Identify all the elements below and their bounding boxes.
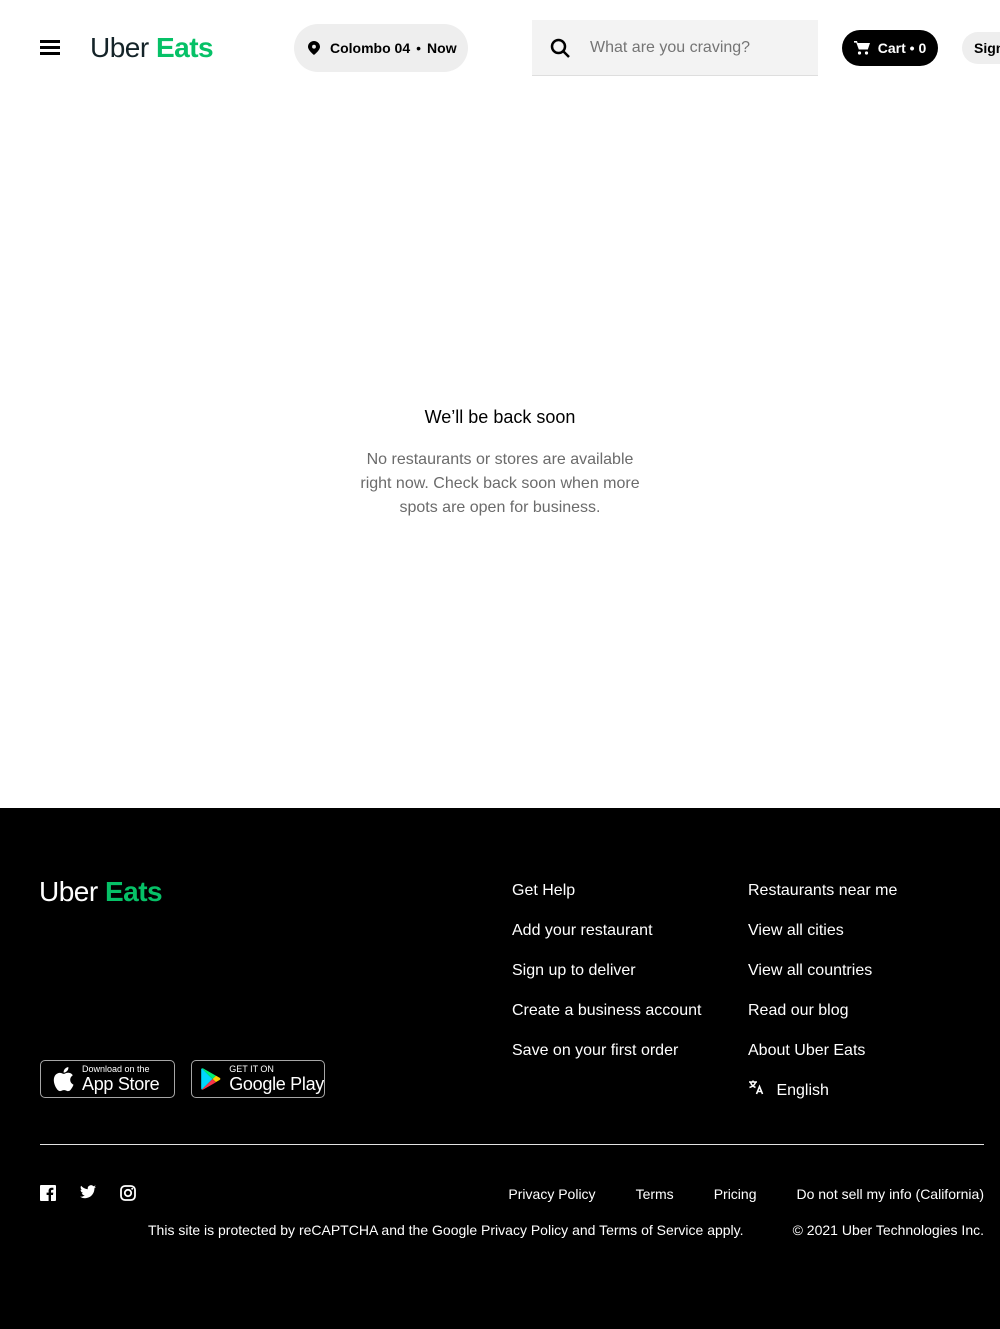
business-account-link[interactable]: Create a business account xyxy=(512,998,701,1038)
cart-icon xyxy=(853,41,870,55)
logo-uber-text: Uber xyxy=(90,32,149,63)
delivery-time-text: Now xyxy=(427,40,457,56)
all-countries-link[interactable]: View all countries xyxy=(748,958,897,998)
twitter-icon[interactable] xyxy=(80,1185,96,1199)
search-icon xyxy=(550,38,570,58)
uber-eats-logo[interactable]: Uber Eats xyxy=(90,30,214,66)
get-help-link[interactable]: Get Help xyxy=(512,878,701,918)
recaptcha-notice: This site is protected by reCAPTCHA and … xyxy=(148,1222,744,1238)
language-selector[interactable]: English xyxy=(748,1078,897,1118)
footer-links-col-1: Get Help Add your restaurant Sign up to … xyxy=(512,878,701,1078)
location-pin-icon xyxy=(308,41,320,55)
blog-link[interactable]: Read our blog xyxy=(748,998,897,1038)
footer: Uber Eats Download on the App Store GET … xyxy=(0,808,1000,1329)
footer-logo[interactable]: Uber Eats xyxy=(39,874,163,910)
first-order-link[interactable]: Save on your first order xyxy=(512,1038,701,1078)
google-play-big-text: Google Play xyxy=(229,1074,324,1094)
app-store-big-text: App Store xyxy=(82,1074,160,1094)
add-restaurant-link[interactable]: Add your restaurant xyxy=(512,918,701,958)
empty-state: We’ll be back soon No restaurants or sto… xyxy=(0,400,1000,520)
app-store-badge[interactable]: Download on the App Store xyxy=(40,1060,175,1098)
apple-icon xyxy=(53,1067,74,1092)
privacy-policy-link[interactable]: Privacy Policy xyxy=(508,1185,595,1203)
language-label: English xyxy=(776,1082,829,1099)
copyright: © 2021 Uber Technologies Inc. xyxy=(792,1222,984,1238)
sign-up-deliver-link[interactable]: Sign up to deliver xyxy=(512,958,701,998)
restaurants-near-me-link[interactable]: Restaurants near me xyxy=(748,878,897,918)
header: Uber Eats Colombo 04 • Now Cart • 0 Sign… xyxy=(0,0,1000,96)
empty-state-title: We’ll be back soon xyxy=(424,407,576,427)
about-link[interactable]: About Uber Eats xyxy=(748,1038,897,1078)
translate-icon xyxy=(749,1080,764,1095)
separator-dot: • xyxy=(416,40,422,56)
google-play-icon xyxy=(201,1068,221,1090)
logo-eats-text: Eats xyxy=(155,32,214,63)
cart-button[interactable]: Cart • 0 xyxy=(842,30,938,66)
header-region: Uber Eats Colombo 04 • Now Cart • 0 Sign… xyxy=(0,0,1000,96)
empty-state-message: No restaurants or stores are available r… xyxy=(360,451,640,516)
search-input[interactable] xyxy=(588,37,812,58)
google-play-badge[interactable]: GET IT ON Google Play xyxy=(191,1060,325,1098)
terms-link[interactable]: Terms xyxy=(636,1185,674,1203)
instagram-icon[interactable] xyxy=(120,1185,136,1201)
footer-logo-eats: Eats xyxy=(104,876,163,907)
facebook-icon[interactable] xyxy=(40,1185,56,1201)
location-time-selector[interactable]: Colombo 04 • Now xyxy=(294,24,468,72)
all-cities-link[interactable]: View all cities xyxy=(748,918,897,958)
footer-divider xyxy=(40,1144,984,1145)
footer-links-col-2: Restaurants near me View all cities View… xyxy=(748,878,897,1118)
sign-in-button[interactable]: Sign in xyxy=(962,32,1000,64)
search-bar[interactable] xyxy=(532,20,818,76)
location-text: Colombo 04 xyxy=(330,40,411,56)
google-play-small-text: GET IT ON xyxy=(229,1064,274,1074)
legal-links: Privacy Policy Terms Pricing Do not sell… xyxy=(468,1185,984,1203)
menu-icon[interactable] xyxy=(40,40,60,56)
pricing-link[interactable]: Pricing xyxy=(714,1185,757,1203)
app-store-small-text: Download on the xyxy=(82,1064,150,1074)
do-not-sell-link[interactable]: Do not sell my info (California) xyxy=(796,1185,984,1203)
cart-label: Cart • 0 xyxy=(877,40,927,56)
footer-logo-uber: Uber xyxy=(39,876,98,907)
